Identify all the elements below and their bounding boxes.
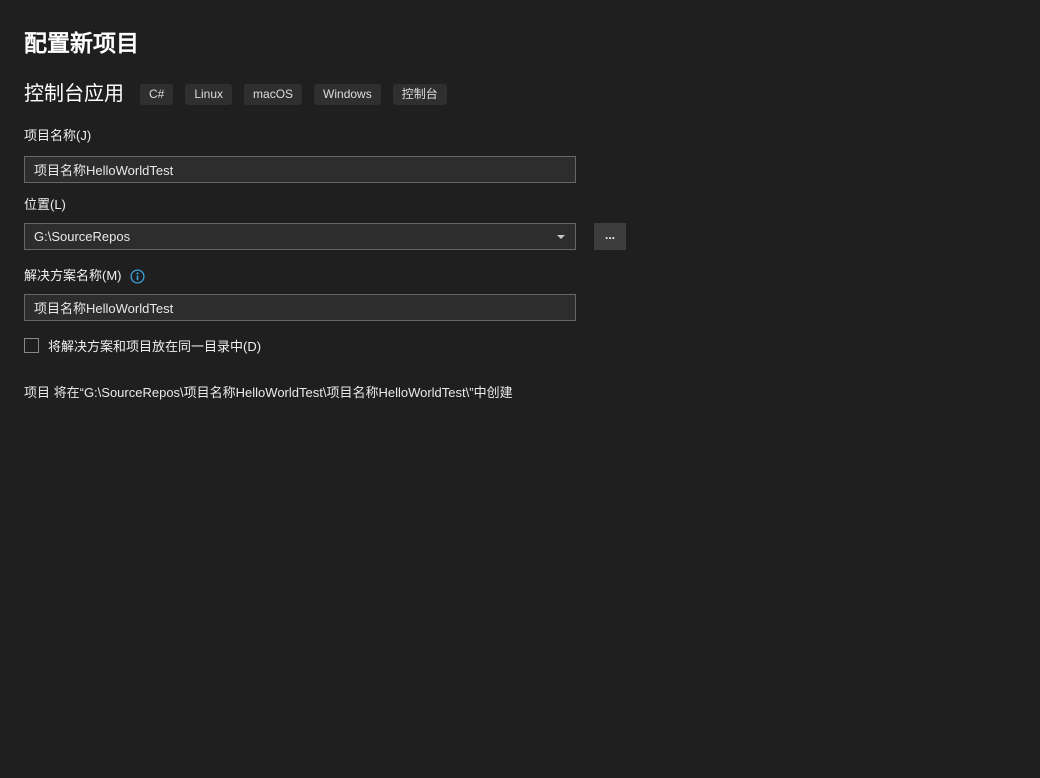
tag-console: 控制台: [393, 84, 447, 104]
tag-csharp: C#: [140, 84, 173, 104]
template-tag-list: C# Linux macOS Windows 控制台: [140, 84, 447, 104]
same-directory-label[interactable]: 将解决方案和项目放在同一目录中(D): [48, 336, 261, 355]
template-name: 控制台应用: [24, 83, 124, 105]
creation-note: 项目 将在“G:\SourceRepos\项目名称HelloWorldTest\…: [24, 385, 1016, 401]
solution-name-input[interactable]: [24, 294, 576, 321]
location-value: G:\SourceRepos: [34, 229, 130, 244]
page-title: 配置新项目: [24, 30, 1016, 56]
tag-windows: Windows: [314, 84, 381, 104]
tag-linux: Linux: [185, 84, 232, 104]
configure-project-page: 配置新项目 控制台应用 C# Linux macOS Windows 控制台 项…: [0, 0, 1040, 401]
solution-name-label-row: 解决方案名称(M): [24, 269, 1016, 284]
location-row: G:\SourceRepos ...: [24, 223, 1016, 250]
same-directory-row: 将解决方案和项目放在同一目录中(D): [24, 336, 1016, 355]
info-icon[interactable]: [130, 269, 145, 284]
tag-macos: macOS: [244, 84, 302, 104]
same-directory-checkbox[interactable]: [24, 338, 39, 353]
chevron-down-icon: [557, 235, 565, 239]
solution-name-label: 解决方案名称(M): [24, 269, 122, 283]
project-name-input[interactable]: [24, 156, 576, 183]
location-label: 位置(L): [24, 198, 1016, 212]
location-combobox[interactable]: G:\SourceRepos: [24, 223, 576, 250]
browse-button[interactable]: ...: [594, 223, 626, 250]
project-name-label: 项目名称(J): [24, 129, 1016, 143]
template-summary-row: 控制台应用 C# Linux macOS Windows 控制台: [24, 83, 1016, 105]
